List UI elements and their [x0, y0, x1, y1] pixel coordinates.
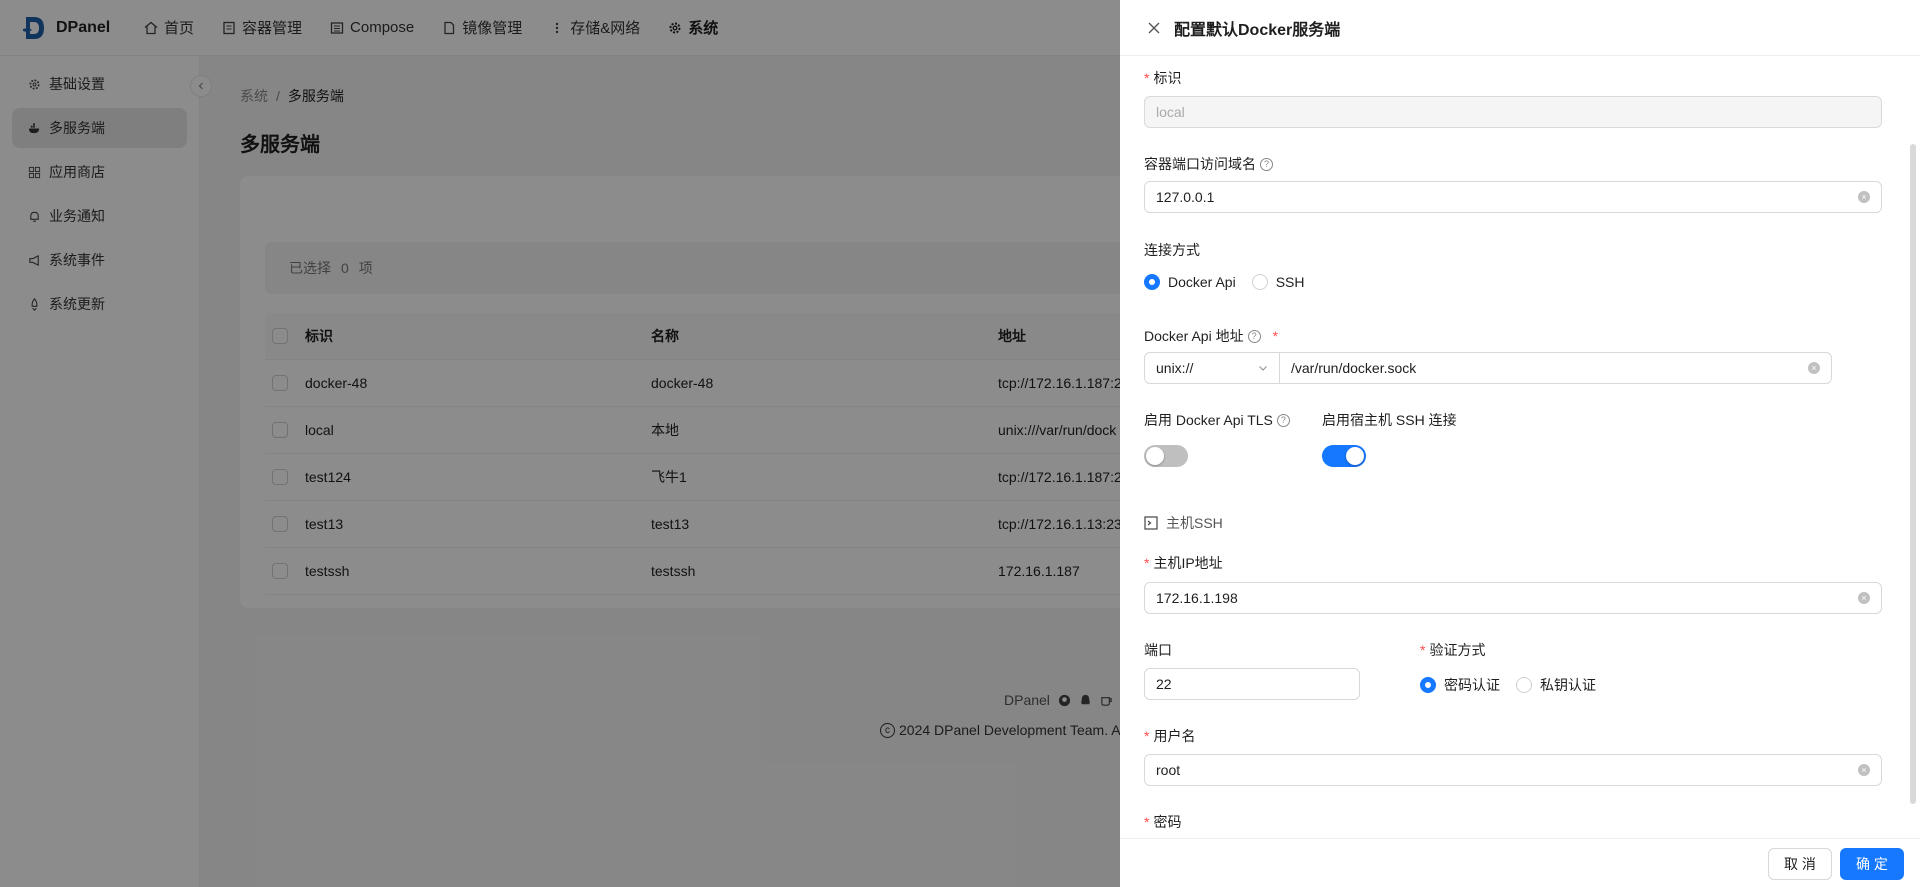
required-mark: *: [1272, 328, 1279, 344]
radio-label: SSH: [1275, 274, 1305, 290]
radio-docker-api[interactable]: Docker Api: [1144, 274, 1236, 290]
username-input[interactable]: root ×: [1144, 754, 1882, 786]
port-value: 22: [1156, 676, 1172, 692]
username-value: root: [1156, 762, 1181, 778]
identifier-field: local: [1144, 96, 1882, 128]
username-label-text: 用户名: [1153, 728, 1196, 744]
radio-checked-icon: [1144, 274, 1160, 290]
port-input[interactable]: 22: [1144, 668, 1360, 700]
help-icon[interactable]: ?: [1247, 329, 1261, 343]
drawer-footer: 取 消 确 定: [1120, 838, 1920, 887]
terminal-icon: [1144, 516, 1158, 530]
connection-radio-group: Docker Api SSH: [1144, 274, 1321, 290]
ssh-section-title-text: 主机SSH: [1166, 515, 1223, 531]
auth-label-text: 验证方式: [1429, 642, 1486, 658]
domain-value: 127.0.0.1: [1156, 189, 1215, 205]
tls-label-text: 启用 Docker Api TLS: [1144, 412, 1273, 428]
domain-input[interactable]: 127.0.0.1 ×: [1144, 181, 1882, 213]
tls-switch[interactable]: [1144, 445, 1188, 467]
host-ip-value: 172.16.1.198: [1156, 590, 1238, 606]
api-scheme-select[interactable]: unix://: [1144, 352, 1280, 384]
port-label-text: 端口: [1144, 642, 1172, 658]
identifier-placeholder: local: [1156, 104, 1185, 120]
radio-password-auth[interactable]: 密码认证: [1420, 675, 1500, 695]
api-address-label: Docker Api 地址 ? *: [1144, 326, 1282, 346]
radio-unchecked-icon: [1516, 677, 1532, 693]
required-mark: *: [1144, 728, 1150, 744]
required-mark: *: [1144, 555, 1150, 571]
port-label: 端口: [1144, 640, 1172, 660]
switch-knob: [1146, 447, 1164, 465]
radio-label: 私钥认证: [1540, 677, 1596, 693]
connection-label-text: 连接方式: [1144, 242, 1200, 258]
host-ssh-switch[interactable]: [1322, 445, 1366, 467]
chevron-down-icon: [1259, 366, 1267, 371]
host-ip-input[interactable]: 172.16.1.198 ×: [1144, 582, 1882, 614]
host-ip-label: * 主机IP地址: [1144, 553, 1223, 573]
auth-radio-group: 密码认证 私钥认证: [1420, 675, 1612, 695]
radio-key-auth[interactable]: 私钥认证: [1516, 675, 1596, 695]
password-label: * 密码: [1144, 812, 1181, 832]
identifier-label-text: 标识: [1153, 70, 1182, 86]
host-ssh-label-text: 启用宿主机 SSH 连接: [1322, 412, 1457, 428]
domain-label-text: 容器端口访问域名: [1144, 156, 1256, 172]
required-mark: *: [1144, 814, 1150, 830]
api-address-label-text: Docker Api 地址: [1144, 328, 1244, 344]
confirm-button[interactable]: 确 定: [1840, 848, 1904, 880]
radio-label: 密码认证: [1444, 677, 1500, 693]
clear-icon[interactable]: ×: [1808, 362, 1820, 374]
help-icon[interactable]: ?: [1260, 157, 1273, 171]
drawer-title: 配置默认Docker服务端: [1174, 21, 1341, 39]
cancel-button[interactable]: 取 消: [1768, 848, 1832, 880]
api-path-input[interactable]: /var/run/docker.sock ×: [1279, 352, 1832, 384]
drawer-header: 配置默认Docker服务端: [1120, 0, 1920, 56]
username-label: * 用户名: [1144, 726, 1195, 746]
ssh-section-title: 主机SSH: [1144, 513, 1223, 533]
close-icon[interactable]: [1144, 18, 1164, 38]
config-drawer: 配置默认Docker服务端 * 标识 local 容器端口访问域名 ? 127.…: [1120, 0, 1920, 887]
password-label-text: 密码: [1153, 814, 1182, 830]
radio-checked-icon: [1420, 677, 1436, 693]
required-mark: *: [1420, 642, 1426, 658]
api-scheme-value: unix://: [1156, 360, 1194, 376]
clear-icon[interactable]: ×: [1858, 592, 1870, 604]
tls-label: 启用 Docker Api TLS ?: [1144, 410, 1290, 430]
drawer-form: * 标识 local 容器端口访问域名 ? 127.0.0.1 × 连接方式 D…: [1120, 56, 1920, 838]
drawer-scrollbar[interactable]: [1910, 144, 1916, 804]
radio-label: Docker Api: [1168, 274, 1236, 290]
radio-ssh[interactable]: SSH: [1251, 274, 1305, 290]
clear-icon[interactable]: ×: [1858, 191, 1870, 203]
host-ssh-label: 启用宿主机 SSH 连接: [1322, 410, 1457, 430]
clear-icon[interactable]: ×: [1858, 764, 1870, 776]
connection-label: 连接方式: [1144, 240, 1200, 260]
help-icon[interactable]: ?: [1276, 413, 1290, 427]
auth-label: * 验证方式: [1420, 640, 1485, 660]
identifier-label: * 标识: [1144, 68, 1181, 88]
required-mark: *: [1144, 70, 1150, 86]
switch-knob: [1346, 447, 1364, 465]
api-path-value: /var/run/docker.sock: [1291, 360, 1417, 376]
host-ip-label-text: 主机IP地址: [1153, 555, 1223, 571]
radio-unchecked-icon: [1251, 274, 1268, 290]
domain-label: 容器端口访问域名 ?: [1144, 154, 1273, 174]
